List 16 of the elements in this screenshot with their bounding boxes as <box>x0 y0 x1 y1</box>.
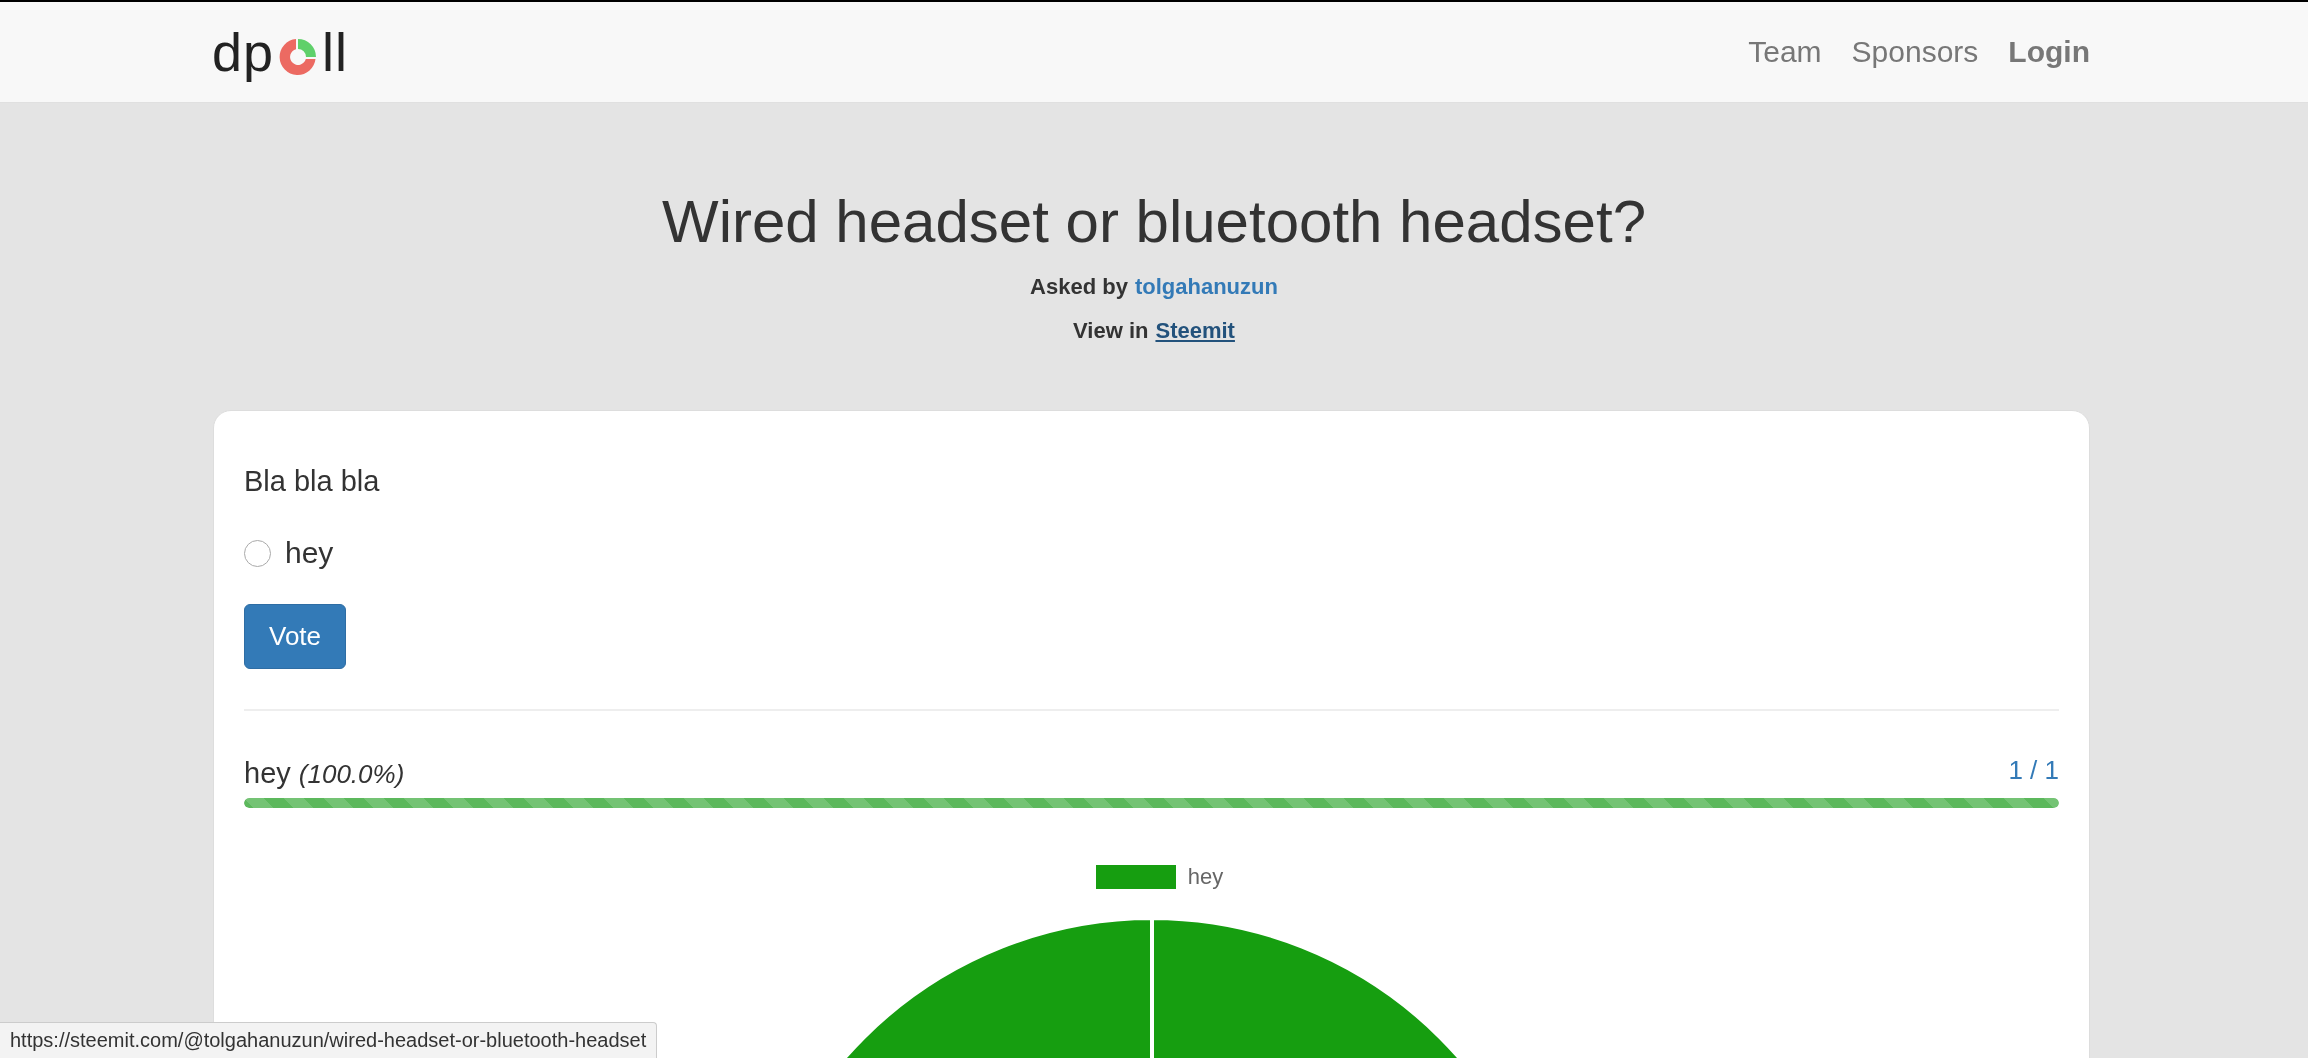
nav-link[interactable]: Sponsors <box>1851 35 1979 69</box>
steemit-link[interactable]: Steemit <box>1155 318 1235 344</box>
view-in-label: View in <box>1073 318 1149 344</box>
vote-button[interactable]: Vote <box>244 604 347 669</box>
poll-description: Bla bla bla <box>244 465 381 498</box>
nav-link[interactable]: Team <box>1748 35 1822 69</box>
author-link[interactable]: tolgahanuzun <box>1134 274 1278 300</box>
nav-link[interactable]: Login <box>2008 35 2090 69</box>
radio-button[interactable] <box>244 539 271 567</box>
poll-title: Wired headset or bluetooth headset? <box>662 187 1646 256</box>
status-url: https://steemit.com/@tolgahanuzun/wired-headset-or-bluetooth-headset <box>0 1022 658 1058</box>
asked-by-label: Asked by <box>1030 274 1128 300</box>
legend-label: hey <box>1187 864 1224 890</box>
option-label: hey <box>285 536 334 570</box>
result-label: hey (100.0%) <box>244 757 405 790</box>
vote-count: 1 / 1 <box>2008 755 2059 786</box>
